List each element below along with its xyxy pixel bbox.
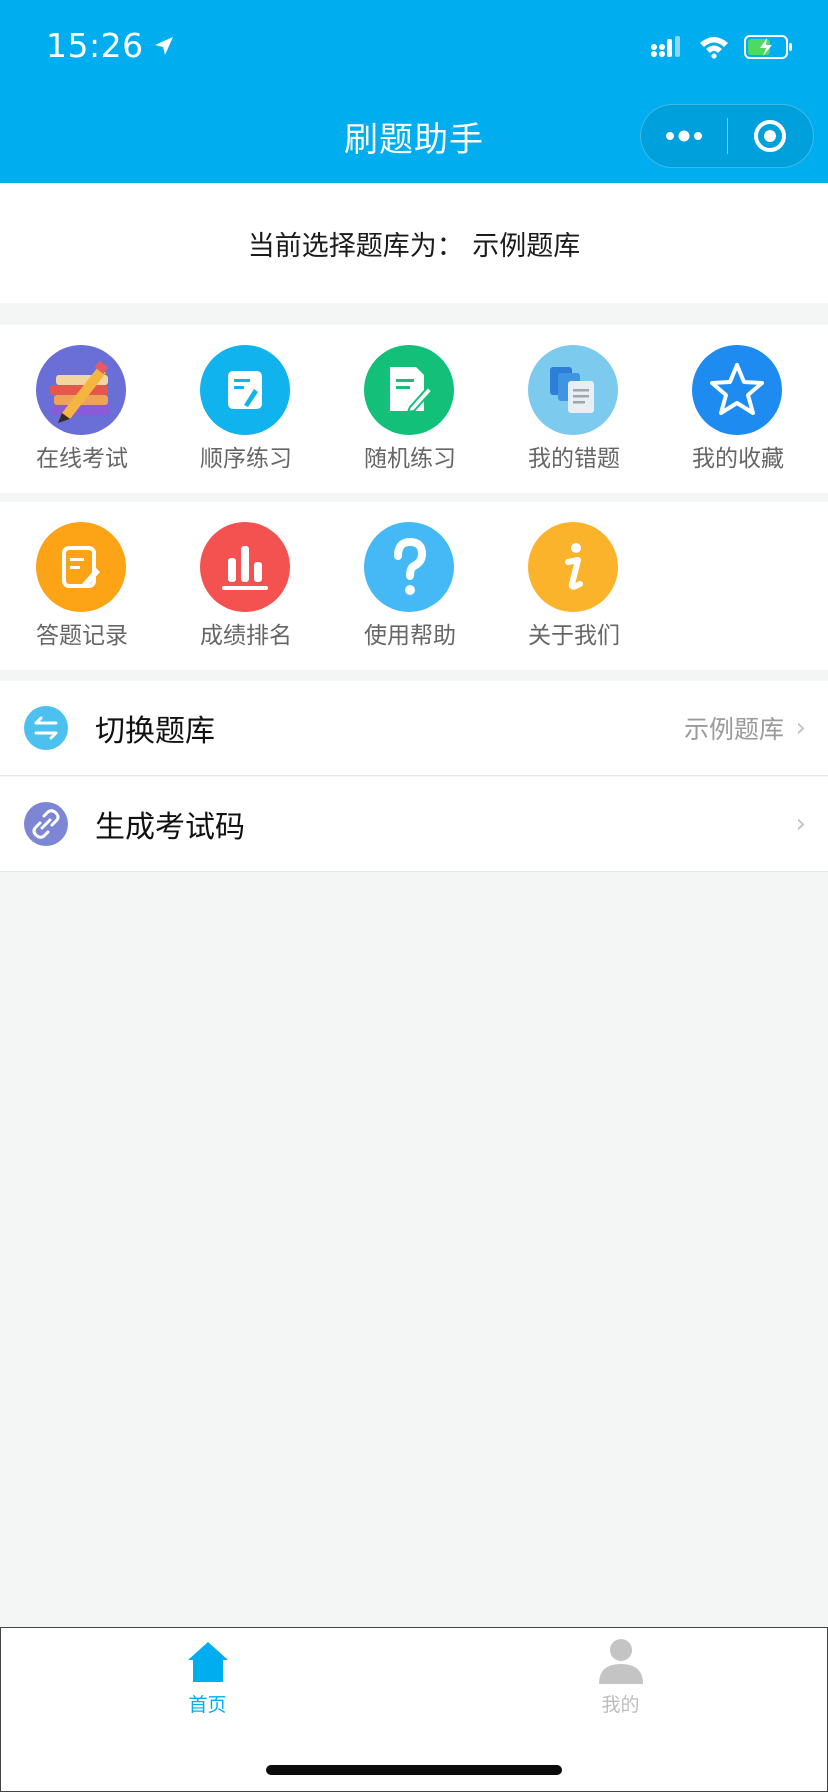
home-icon xyxy=(187,1642,228,1682)
chevron-right-icon: › xyxy=(795,809,806,839)
grid-item-label: 顺序练习 xyxy=(200,446,292,472)
wifi-icon xyxy=(700,37,728,59)
grid-item-label: 我的收藏 xyxy=(692,446,784,472)
record-edit-icon xyxy=(36,522,126,612)
user-icon xyxy=(598,1639,643,1684)
feature-grid-row-1: 在线考试 顺序练习 随机练习 我的错题 我的收藏 xyxy=(0,325,828,493)
home-indicator xyxy=(266,1765,562,1775)
signal-icon xyxy=(651,36,680,57)
row-value: 示例题库 xyxy=(683,715,784,744)
books-pencil-icon xyxy=(36,345,126,435)
generate-exam-code-row[interactable]: 生成考试码 › xyxy=(0,777,828,872)
grid-item-label: 我的错题 xyxy=(528,446,620,472)
info-icon xyxy=(528,522,618,612)
grid-item-answer-records[interactable]: 答题记录 xyxy=(0,502,164,670)
mini-program-capsule xyxy=(640,104,814,168)
battery-icon xyxy=(744,35,792,59)
more-button[interactable] xyxy=(641,104,727,168)
row-label: 切换题库 xyxy=(95,714,215,749)
documents-icon xyxy=(528,345,618,435)
status-icons xyxy=(650,34,794,60)
chevron-right-icon: › xyxy=(795,713,806,743)
header: 15:26 刷题助手 xyxy=(0,0,828,183)
grid-item-label: 成绩排名 xyxy=(200,623,292,649)
row-label: 生成考试码 xyxy=(95,810,245,845)
grid-item-my-mistakes[interactable]: 我的错题 xyxy=(492,325,656,493)
current-bank-info: 当前选择题库为： 示例题库 xyxy=(0,183,828,303)
grid-item-label: 在线考试 xyxy=(36,446,128,472)
status-time: 15:26 xyxy=(46,26,176,65)
grid-item-sequential-practice[interactable]: 顺序练习 xyxy=(164,325,328,493)
link-icon xyxy=(24,802,68,846)
document-edit-icon xyxy=(364,345,454,435)
grid-item-label: 随机练习 xyxy=(364,446,456,472)
tab-mine[interactable]: 我的 xyxy=(414,1628,827,1738)
grid-item-about-us[interactable]: 关于我们 xyxy=(492,502,656,670)
target-circle-icon xyxy=(754,120,787,152)
tab-label: 首页 xyxy=(188,1694,227,1716)
status-time-text: 15:26 xyxy=(46,26,144,65)
feature-grid-row-2: 答题记录 成绩排名 使用帮助 关于我们 xyxy=(0,502,828,670)
grid-item-random-practice[interactable]: 随机练习 xyxy=(328,325,492,493)
grid-item-score-ranking[interactable]: 成绩排名 xyxy=(164,502,328,670)
grid-item-label: 使用帮助 xyxy=(364,623,456,649)
switch-arrows-icon xyxy=(24,706,68,750)
star-icon xyxy=(692,345,782,435)
app-screen: 15:26 刷题助手 当前选择题库为： 示例题库 在线考试 顺序练习 随机练习 … xyxy=(0,0,828,1792)
grid-item-help[interactable]: 使用帮助 xyxy=(328,502,492,670)
switch-bank-row[interactable]: 切换题库 示例题库 › xyxy=(0,681,828,776)
question-icon xyxy=(364,522,454,612)
tab-label: 我的 xyxy=(601,1694,640,1716)
tab-home[interactable]: 首页 xyxy=(1,1628,414,1738)
grid-item-online-exam[interactable]: 在线考试 xyxy=(0,325,164,493)
current-bank-text: 当前选择题库为： 示例题库 xyxy=(247,230,581,262)
close-mini-program-button[interactable] xyxy=(728,104,814,168)
grid-item-my-favorites[interactable]: 我的收藏 xyxy=(656,325,820,493)
grid-item-label: 答题记录 xyxy=(36,623,128,649)
note-pencil-icon xyxy=(200,345,290,435)
grid-item-label: 关于我们 xyxy=(528,623,620,649)
location-arrow-icon xyxy=(154,36,173,55)
bar-chart-icon xyxy=(200,522,290,612)
more-dots-icon xyxy=(665,130,702,142)
